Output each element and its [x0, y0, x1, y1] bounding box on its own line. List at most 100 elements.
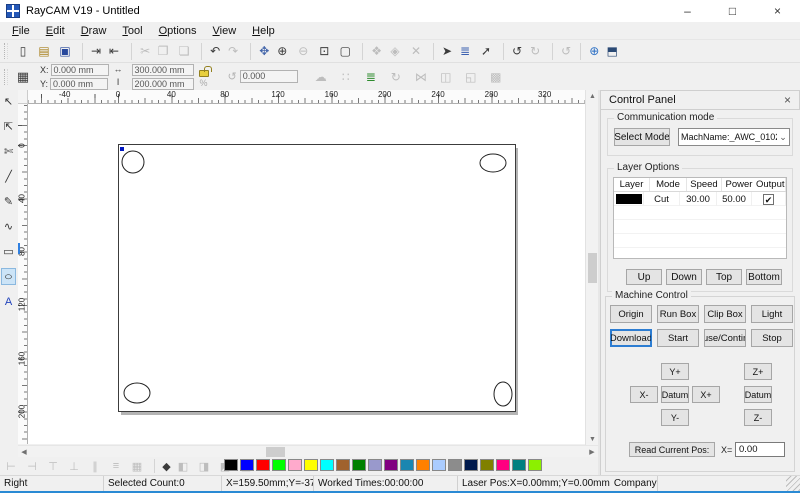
redo-icon[interactable]: ↷: [225, 43, 241, 60]
color-swatch[interactable]: [512, 459, 526, 471]
scroll-right-icon[interactable]: ▶: [586, 446, 598, 458]
horizontal-scroll-thumb[interactable]: [266, 447, 285, 457]
open-file-icon[interactable]: ▤: [36, 43, 52, 60]
import-icon[interactable]: ⇥: [82, 43, 101, 60]
jog-x-minus-button[interactable]: X-: [630, 386, 658, 403]
color-swatch[interactable]: [352, 459, 366, 471]
curve-cut-tool-icon[interactable]: ✄: [1, 143, 16, 160]
simulate-icon[interactable]: ↺: [503, 43, 522, 60]
zoom-out-icon[interactable]: ⊖: [295, 43, 311, 60]
zoom-all-icon[interactable]: ▢: [337, 43, 353, 60]
machine-button[interactable]: Light: [751, 305, 793, 323]
color-swatch[interactable]: [448, 459, 462, 471]
output-checkbox[interactable]: ✔: [763, 194, 774, 205]
select-mode-button[interactable]: Select Mode: [614, 128, 670, 146]
menu-item[interactable]: Help: [244, 25, 283, 37]
color-swatch[interactable]: [336, 459, 350, 471]
machine-button[interactable]: Stop: [751, 329, 793, 347]
layer-order-button[interactable]: Up: [626, 269, 662, 285]
jog-y-plus-button[interactable]: Y+: [661, 363, 689, 380]
aspect-lock[interactable]: %: [199, 64, 209, 90]
array-grid-icon[interactable]: ▦: [129, 459, 145, 473]
laser-origin-icon[interactable]: ◆: [154, 459, 170, 473]
color-swatch[interactable]: [272, 459, 286, 471]
machine-button[interactable]: Pause/Continue: [704, 329, 746, 347]
color-swatch[interactable]: [480, 459, 494, 471]
layer-row[interactable]: Cut 30.00 50.00 ✔: [614, 192, 786, 206]
layer-color-icon[interactable]: ≣: [363, 68, 379, 85]
rotate-hand-icon[interactable]: ↻: [388, 68, 404, 85]
color-swatch[interactable]: [528, 459, 542, 471]
cut-icon[interactable]: ✂: [131, 43, 150, 60]
export-icon[interactable]: ⇤: [106, 43, 122, 60]
color-swatch[interactable]: [304, 459, 318, 471]
save-icon[interactable]: ▣: [57, 43, 73, 60]
layer-color-cell[interactable]: [614, 192, 644, 206]
polyline-tool-icon[interactable]: ✎: [1, 193, 16, 210]
minimize-button[interactable]: –: [665, 0, 710, 22]
pan-icon[interactable]: ✥: [250, 43, 269, 60]
machine-button[interactable]: Run Box: [657, 305, 699, 323]
menu-item[interactable]: Tool: [114, 25, 150, 37]
anchor-point-icon[interactable]: ▦: [15, 68, 31, 85]
align-left-icon[interactable]: ⊢: [3, 459, 19, 473]
center-horizontal-icon[interactable]: ∥: [87, 459, 103, 473]
layer-order-button[interactable]: Top: [706, 269, 742, 285]
datum-xy-button[interactable]: Datum: [661, 386, 689, 403]
mirror-horizontal-icon[interactable]: ◫: [438, 68, 454, 85]
array-copy-icon[interactable]: ∷: [338, 68, 354, 85]
height-field[interactable]: 200.000 mm: [132, 78, 194, 90]
maximize-button[interactable]: □: [710, 0, 755, 22]
toolbar-grip[interactable]: [4, 69, 8, 85]
color-swatch[interactable]: [400, 459, 414, 471]
read-current-pos-button[interactable]: Read Current Pos:: [629, 442, 715, 457]
resize-grip[interactable]: [786, 476, 800, 491]
machine-button[interactable]: Clip Box: [704, 305, 746, 323]
machine-button[interactable]: Start: [657, 329, 699, 347]
jog-z-plus-button[interactable]: Z+: [744, 363, 772, 380]
close-icon[interactable]: ×: [784, 93, 791, 107]
rectangle-tool-icon[interactable]: ▭: [1, 243, 16, 260]
new-file-icon[interactable]: ▯: [15, 43, 31, 60]
menu-item[interactable]: Edit: [38, 25, 73, 37]
color-swatch[interactable]: [224, 459, 238, 471]
width-field[interactable]: 300.000 mm: [132, 64, 194, 76]
machine-button[interactable]: Origin: [610, 305, 652, 323]
vertical-scroll-thumb[interactable]: [588, 253, 597, 283]
bezier-tool-icon[interactable]: ∿: [1, 218, 16, 235]
node-edit-icon[interactable]: ➚: [478, 43, 494, 60]
line-tool-icon[interactable]: ╱: [1, 168, 16, 185]
color-swatch[interactable]: [416, 459, 430, 471]
pick-order-icon[interactable]: ➤: [433, 43, 452, 60]
text-tool-icon[interactable]: A: [1, 293, 16, 310]
jog-y-minus-button[interactable]: Y-: [661, 409, 689, 426]
align-top-icon[interactable]: ⊤: [45, 459, 61, 473]
preview-icon[interactable]: ⬒: [604, 43, 620, 60]
machine-select[interactable]: MachName:_AWC_01029024 ⌄: [678, 128, 790, 146]
menu-item[interactable]: View: [205, 25, 245, 37]
zoom-in-icon[interactable]: ⊕: [274, 43, 290, 60]
hatch-icon[interactable]: ▩: [488, 68, 504, 85]
machine-button[interactable]: Download: [610, 329, 652, 347]
mirror-vertical-icon[interactable]: ⋈: [413, 68, 429, 85]
toolbar-grip[interactable]: [4, 43, 8, 59]
layer-order-button[interactable]: Bottom: [746, 269, 782, 285]
drawing-canvas[interactable]: [28, 104, 585, 444]
color-swatch[interactable]: [496, 459, 510, 471]
color-swatch[interactable]: [432, 459, 446, 471]
delete-node-icon[interactable]: ✕: [408, 43, 424, 60]
move-origin-icon[interactable]: ◱: [463, 68, 479, 85]
page-rectangle[interactable]: [119, 145, 516, 412]
select-tool-icon[interactable]: ↖: [1, 93, 16, 110]
align-right-icon[interactable]: ⊣: [24, 459, 40, 473]
color-swatch[interactable]: [464, 459, 478, 471]
undo-icon[interactable]: ↶: [201, 43, 220, 60]
path-reverse-icon[interactable]: ◨: [196, 459, 212, 473]
menu-item[interactable]: File: [4, 25, 38, 37]
color-swatch[interactable]: [240, 459, 254, 471]
color-swatch[interactable]: [288, 459, 302, 471]
network-machine-icon[interactable]: ⊕: [580, 43, 599, 60]
align-bottom-icon[interactable]: ⊥: [66, 459, 82, 473]
node-edit-tool-icon[interactable]: ⇱: [1, 118, 16, 135]
ellipse-tool-icon[interactable]: ○: [1, 268, 16, 285]
